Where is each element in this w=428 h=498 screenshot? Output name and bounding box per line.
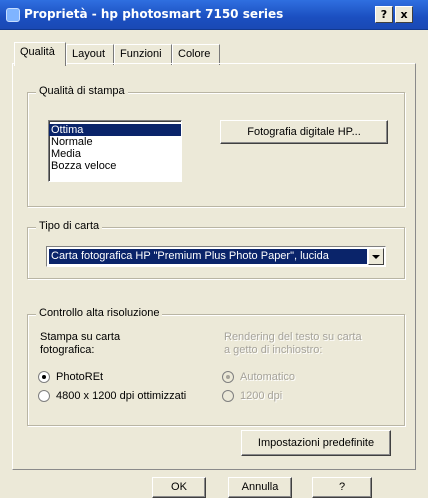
- radio-4800dpi-indicator[interactable]: [38, 390, 50, 402]
- radio-photoret-indicator[interactable]: [38, 371, 50, 383]
- tab-qualita[interactable]: Qualità: [14, 42, 66, 66]
- photo-paper-label-2: fotografica:: [40, 344, 95, 356]
- paper-type-legend: Tipo di carta: [36, 220, 103, 232]
- radio-automatico-label: Automatico: [240, 371, 296, 383]
- paper-type-select[interactable]: Carta fotografica HP "Premium Plus Photo…: [46, 246, 386, 267]
- radio-1200dpi: 1200 dpi: [222, 390, 282, 402]
- dialog-button-bar: OK Annulla ?: [0, 470, 428, 498]
- tab-layout[interactable]: Layout: [66, 44, 114, 65]
- resolution-group: Controllo alta risoluzione Stampa su car…: [27, 307, 405, 426]
- print-quality-list[interactable]: Ottima Normale Media Bozza veloce: [48, 120, 182, 182]
- radio-4800dpi[interactable]: 4800 x 1200 dpi ottimizzati: [38, 390, 186, 402]
- dropdown-arrow-icon[interactable]: [368, 248, 384, 265]
- radio-automatico: Automatico: [222, 371, 295, 383]
- cancel-button[interactable]: Annulla: [228, 477, 292, 498]
- quality-option-normale[interactable]: Normale: [49, 136, 181, 148]
- title-bar: Proprietà - hp photosmart 7150 series ? …: [0, 0, 428, 30]
- printer-icon: [6, 8, 20, 22]
- paper-type-group: Tipo di carta Carta fotografica HP "Prem…: [27, 220, 405, 279]
- tab-panel: Qualità di stampa Ottima Normale Media B…: [12, 63, 416, 470]
- ok-button[interactable]: OK: [152, 477, 206, 498]
- resolution-legend: Controllo alta risoluzione: [36, 307, 163, 319]
- radio-4800dpi-label: 4800 x 1200 dpi ottimizzati: [56, 390, 187, 402]
- radio-photoret[interactable]: PhotoREt: [38, 371, 103, 383]
- radio-1200dpi-label: 1200 dpi: [240, 390, 283, 402]
- photo-paper-label-1: Stampa su carta: [40, 331, 121, 343]
- radio-automatico-indicator: [222, 371, 234, 383]
- inkjet-label-2: a getto di inchiostro:: [224, 344, 323, 356]
- tab-colore[interactable]: Colore: [172, 44, 220, 65]
- print-quality-group: Qualità di stampa Ottima Normale Media B…: [27, 85, 405, 207]
- radio-1200dpi-indicator: [222, 390, 234, 402]
- help-button[interactable]: ?: [312, 477, 372, 498]
- tab-funzioni[interactable]: Funzioni: [114, 44, 172, 65]
- quality-option-bozza[interactable]: Bozza veloce: [49, 160, 181, 172]
- quality-option-media[interactable]: Media: [49, 148, 181, 160]
- photo-digital-button[interactable]: Fotografia digitale HP...: [220, 120, 388, 144]
- quality-option-ottima[interactable]: Ottima: [49, 124, 181, 136]
- window-title: Proprietà - hp photosmart 7150 series: [24, 7, 284, 21]
- defaults-button[interactable]: Impostazioni predefinite: [241, 430, 391, 456]
- print-quality-legend: Qualità di stampa: [36, 85, 128, 97]
- help-title-button[interactable]: ?: [375, 6, 393, 23]
- paper-type-value: Carta fotografica HP "Premium Plus Photo…: [49, 249, 367, 264]
- close-button[interactable]: x: [395, 6, 413, 23]
- radio-photoret-label: PhotoREt: [56, 371, 104, 383]
- inkjet-label-1: Rendering del testo su carta: [224, 331, 362, 343]
